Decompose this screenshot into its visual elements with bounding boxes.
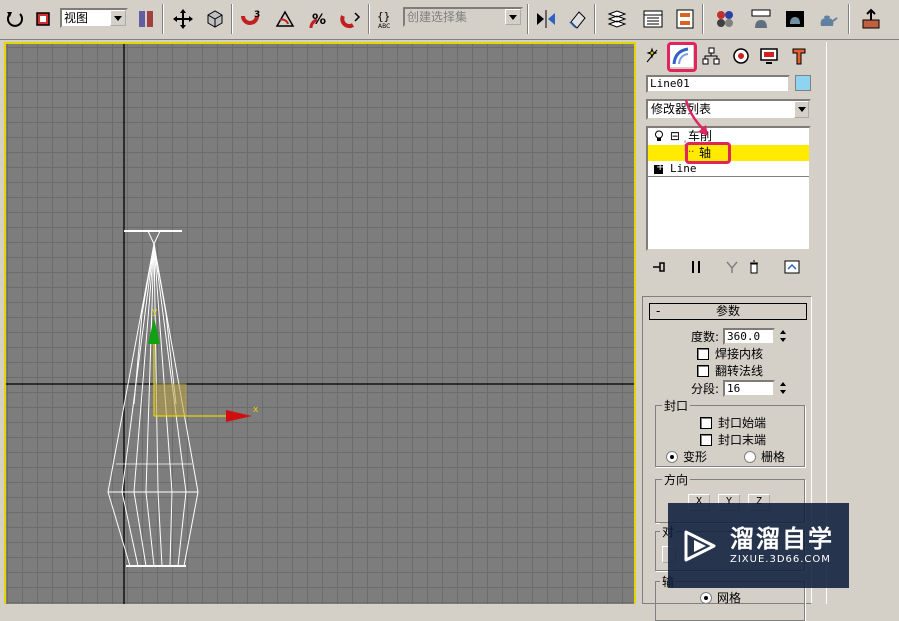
toolbar-separator xyxy=(702,4,704,34)
hierarchy-tab-icon[interactable] xyxy=(698,44,724,68)
perspective-viewport[interactable]: x y xyxy=(4,42,636,604)
chevron-down-icon xyxy=(794,101,809,118)
cap-end-checkbox[interactable] xyxy=(700,434,712,446)
watermark-subtitle: ZIXUE.3D66.COM xyxy=(730,553,831,565)
capping-title: 封口 xyxy=(662,397,691,414)
degrees-spinner-arrows[interactable] xyxy=(779,328,788,345)
select-object-icon[interactable] xyxy=(202,6,228,32)
cap-start-label: 封口始端 xyxy=(718,416,767,430)
teapot-icon[interactable] xyxy=(814,6,840,32)
weld-core-label: 焊接内核 xyxy=(715,347,764,361)
render-frame-icon[interactable] xyxy=(858,6,884,32)
stack-divider xyxy=(648,176,809,177)
segments-value: 16 xyxy=(727,382,741,395)
parameters-rollout-header[interactable]: - 参数 xyxy=(649,303,807,320)
segments-label: 分段: xyxy=(691,382,720,396)
motion-tab-icon[interactable] xyxy=(728,44,754,68)
degrees-spinner[interactable]: 360.0 xyxy=(723,328,775,345)
mirror-icon[interactable] xyxy=(533,6,559,32)
toolbar-separator xyxy=(594,4,596,34)
main-toolbar: 视图 3 % {} ABC 创建选择集 xyxy=(0,0,899,40)
toolbar-separator xyxy=(162,4,164,34)
toolbar-separator xyxy=(368,4,370,34)
segments-spinner[interactable]: 16 xyxy=(723,380,775,397)
morph-label: 变形 xyxy=(683,450,708,464)
collapse-minus-icon: - xyxy=(656,304,661,318)
chevron-down-icon xyxy=(505,9,521,25)
spinner-snap-icon[interactable] xyxy=(338,6,364,32)
create-tab-icon[interactable] xyxy=(640,44,666,68)
render-scene-icon[interactable] xyxy=(748,6,774,32)
flip-normals-checkbox[interactable] xyxy=(697,365,709,377)
angle-snap-icon[interactable]: 3 xyxy=(238,6,264,32)
toolbar-separator xyxy=(848,4,850,34)
svg-text:3: 3 xyxy=(254,10,260,20)
lightbulb-icon[interactable] xyxy=(654,130,664,142)
cap-start-checkbox[interactable] xyxy=(700,417,712,429)
stack-toolbar xyxy=(646,256,811,278)
gizmo-x-label: x xyxy=(253,405,259,415)
remove-modifier-icon[interactable] xyxy=(744,258,764,276)
layer-manager-icon[interactable] xyxy=(604,6,630,32)
capping-group: 封口 封口始端 封口末端 变形 栅格 xyxy=(655,397,805,467)
morph-radio[interactable] xyxy=(666,451,678,463)
configure-sets-icon[interactable] xyxy=(782,258,802,276)
watermark-play-icon xyxy=(684,530,716,561)
stack-item-line[interactable]: + Line xyxy=(648,161,809,177)
parameters-title: 参数 xyxy=(715,304,740,318)
direction-title: 方向 xyxy=(662,471,691,488)
material-editor-icon[interactable] xyxy=(712,6,738,32)
flip-normals-label: 翻转法线 xyxy=(715,364,764,378)
view-coord-value: 视图 xyxy=(64,11,89,25)
grid-label: 栅格 xyxy=(761,450,786,464)
schematic-view-icon[interactable] xyxy=(672,6,698,32)
plus-glyph: + xyxy=(656,162,665,173)
align-icon[interactable] xyxy=(565,6,591,32)
named-selection-dropdown[interactable]: 创建选择集 xyxy=(403,7,523,27)
output-grid-radio[interactable] xyxy=(700,592,712,604)
quick-render-icon[interactable] xyxy=(782,6,808,32)
toolbar-separator xyxy=(527,4,529,34)
degrees-label: 度数: xyxy=(691,330,720,344)
move-icon[interactable] xyxy=(170,6,196,32)
viewport-canvas: x y xyxy=(6,44,634,604)
object-name-value: Line01 xyxy=(650,77,690,90)
svg-text:ABC: ABC xyxy=(378,23,390,30)
display-tab-icon[interactable] xyxy=(756,44,782,68)
modify-tab-highlight xyxy=(667,42,697,72)
watermark-title: 溜溜自学 xyxy=(730,524,834,553)
select-region-icon[interactable] xyxy=(30,6,56,32)
show-end-result-icon[interactable] xyxy=(686,258,706,276)
degrees-value: 360.0 xyxy=(727,330,761,343)
segments-spinner-arrows[interactable] xyxy=(779,380,788,397)
edit-named-sel-icon[interactable]: {} ABC xyxy=(374,6,400,32)
make-unique-icon[interactable] xyxy=(722,258,742,276)
undo-icon[interactable] xyxy=(2,6,28,32)
pin-stack-icon[interactable] xyxy=(650,258,670,276)
object-color-swatch[interactable] xyxy=(795,75,811,91)
view-coord-dropdown[interactable]: 视图 xyxy=(60,8,128,28)
annotation-arrow xyxy=(684,99,708,136)
toolbar-separator xyxy=(231,4,233,34)
svg-text:{}: {} xyxy=(377,10,390,23)
named-selection-placeholder: 创建选择集 xyxy=(407,10,468,24)
pivot-center-icon[interactable] xyxy=(133,6,159,32)
cap-end-label: 封口末端 xyxy=(718,433,767,447)
modifier-stack[interactable]: ⊟ 车削 ┆ ·· 轴 + Line xyxy=(646,126,811,251)
utilities-tab-icon[interactable] xyxy=(786,44,812,68)
gizmo-y-label: y xyxy=(152,307,158,317)
grid-radio[interactable] xyxy=(744,451,756,463)
angle-snap-toggle-icon[interactable] xyxy=(272,6,298,32)
weld-core-checkbox[interactable] xyxy=(697,348,709,360)
watermark-logo: 溜溜自学 ZIXUE.3D66.COM xyxy=(668,503,849,588)
curve-editor-icon[interactable] xyxy=(640,6,666,32)
stack-item-line-label: Line xyxy=(670,162,697,175)
modifier-list-dropdown[interactable]: 修改器列表 xyxy=(646,99,811,120)
percent-snap-icon[interactable]: % xyxy=(306,6,332,32)
object-name-field[interactable]: Line01 xyxy=(646,75,790,93)
chevron-down-icon xyxy=(110,10,126,26)
